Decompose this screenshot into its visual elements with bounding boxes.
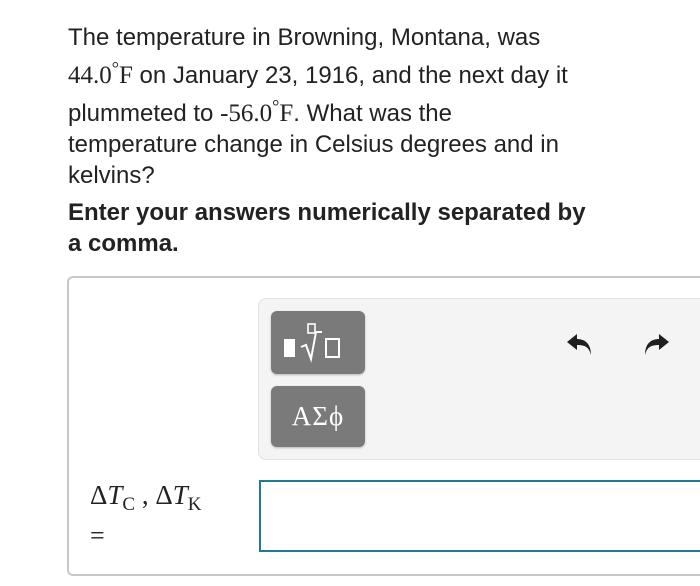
subscript-k: K [187,494,202,515]
instruction-text: Enter your answers numerically separated… [68,199,586,257]
greek-symbols-button[interactable]: ΑΣϕ [271,386,365,447]
delta-symbol: Δ [155,480,173,510]
delta-symbol: Δ [90,480,108,510]
templates-button[interactable] [271,311,365,374]
redo-icon [645,334,669,355]
question-part1: The temperature in Browning, Montana, wa… [68,24,541,51]
question-text: The temperature in Browning, Montana, wa… [68,22,583,191]
separator: , [135,480,156,510]
fraction-radical-template-icon [284,322,340,363]
equals-sign: = [90,521,105,550]
variable-t: T [172,480,188,510]
temperature-2-value: -56.0 [220,100,273,127]
answer-label: ΔTC , ΔTK [90,480,201,516]
temperature-2-unit: F [279,100,294,127]
undo-icon [567,334,591,355]
temperature-1-value: 44.0 [68,62,112,89]
degree-symbol: ° [111,58,119,78]
variable-t: T [107,480,123,510]
undo-button[interactable] [564,327,598,361]
subscript-c: C [122,494,136,515]
temperature-1-unit: F [118,62,133,89]
redo-button[interactable] [638,327,672,361]
answer-input[interactable] [259,480,700,552]
